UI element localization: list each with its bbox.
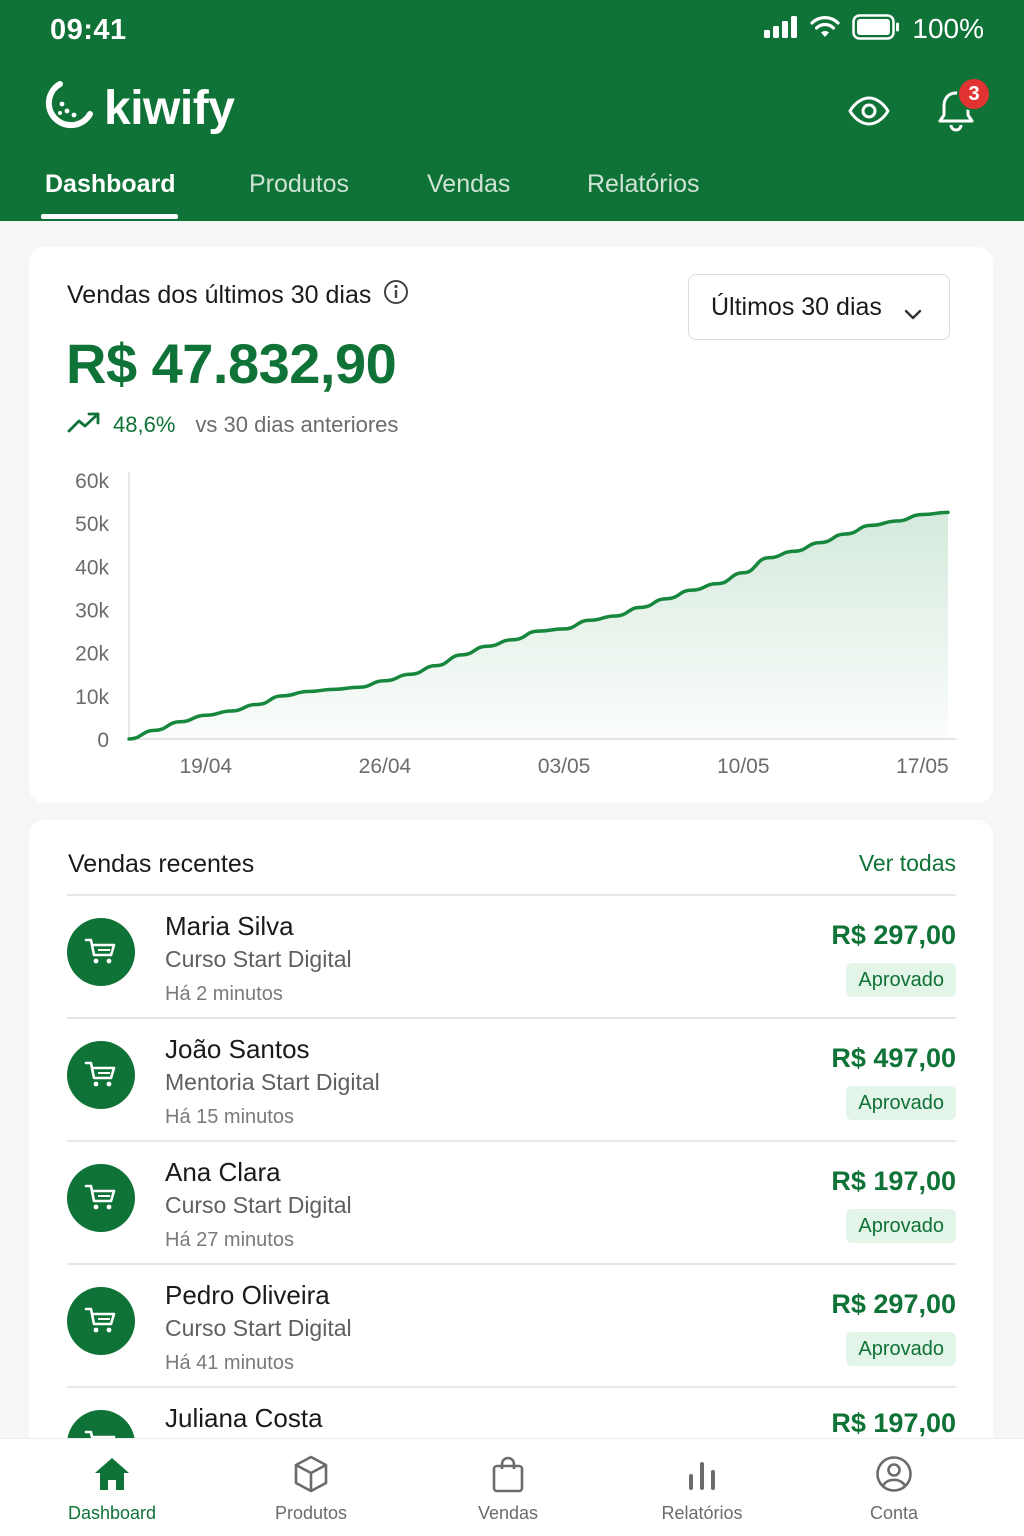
status-bar: 09:41 100% xyxy=(0,0,1024,60)
nav-dashboard[interactable]: Dashboard xyxy=(32,1439,192,1536)
y-tick-label: 50k xyxy=(75,513,109,536)
sales-card-title: Vendas dos últimos 30 dias xyxy=(67,279,409,312)
active-tab-indicator xyxy=(41,214,178,219)
cart-avatar xyxy=(67,1287,135,1355)
sales-line-chart: 0 10k 20k 30k 40k 50k 60k 19/04 26/04 03/05 10/05… xyxy=(75,470,956,778)
status-badge: Aprovado xyxy=(846,1086,956,1120)
status-icons: 100% xyxy=(764,12,984,46)
y-tick-label: 60k xyxy=(75,470,109,493)
y-tick-label: 40k xyxy=(75,556,109,579)
nav-produtos[interactable]: Produtos xyxy=(231,1439,391,1536)
customer-name: Juliana Costa xyxy=(165,1403,323,1433)
y-tick-label: 20k xyxy=(75,643,109,666)
view-all-link[interactable]: Ver todas xyxy=(859,850,956,877)
nav-label: Dashboard xyxy=(67,1503,157,1523)
cart-avatar xyxy=(67,1164,135,1232)
sale-row[interactable]: Ana Clara Curso Start Digital Há 27 minu… xyxy=(67,1142,956,1264)
eye-icon xyxy=(848,96,890,126)
sale-amount: R$ 297,00 xyxy=(831,1289,956,1319)
customer-name: Maria Silva xyxy=(165,911,294,941)
home-icon xyxy=(93,1453,131,1495)
sale-time: Há 2 minutos xyxy=(165,983,283,1005)
x-tick-label: 19/04 xyxy=(180,755,233,778)
kiwify-logo-icon xyxy=(40,78,96,139)
tab-dashboard[interactable]: Dashboard xyxy=(45,170,176,199)
sale-row[interactable]: Pedro Oliveira Curso Start Digital Há 41… xyxy=(67,1265,956,1387)
nav-label: Conta xyxy=(869,1503,919,1523)
battery-icon xyxy=(852,13,900,45)
product-name: Curso Start Digital xyxy=(165,1315,352,1341)
nav-relatorios[interactable]: Relatórios xyxy=(622,1439,782,1536)
recent-sales-card: Vendas recentes Ver todas Maria Silva Cu… xyxy=(29,820,993,1536)
cart-icon xyxy=(84,1061,116,1087)
visibility-toggle-button[interactable] xyxy=(847,86,891,136)
tab-vendas[interactable]: Vendas xyxy=(427,170,510,199)
nav-vendas[interactable]: Vendas xyxy=(428,1439,588,1536)
trend-percentage: 48,6% xyxy=(113,412,176,437)
sale-time: Há 27 minutos xyxy=(165,1229,294,1251)
nav-label: Relatórios xyxy=(661,1503,743,1523)
tab-produtos[interactable]: Produtos xyxy=(249,170,349,199)
period-dropdown[interactable]: Últimos 30 dias xyxy=(688,274,950,340)
tab-relatorios[interactable]: Relatórios xyxy=(587,170,700,199)
info-icon[interactable] xyxy=(383,279,409,312)
x-tick-label: 03/05 xyxy=(538,755,591,778)
nav-conta[interactable]: Conta xyxy=(814,1439,974,1536)
status-badge: Aprovado xyxy=(846,1332,956,1366)
product-name: Curso Start Digital xyxy=(165,1192,352,1218)
notification-badge: 3 xyxy=(957,77,991,111)
sale-time: Há 15 minutos xyxy=(165,1106,294,1128)
x-tick-label: 17/05 xyxy=(896,755,949,778)
bar-chart-icon xyxy=(685,1453,719,1495)
trend-indicator: 48,6% vs 30 dias anteriores xyxy=(67,411,398,439)
cart-avatar xyxy=(67,1041,135,1109)
cart-icon xyxy=(84,938,116,964)
sales-summary-card: Vendas dos últimos 30 dias R$ 47.832,90 … xyxy=(29,247,993,803)
period-dropdown-value: Últimos 30 dias xyxy=(711,292,882,321)
brand-logo: kiwify xyxy=(40,78,235,139)
box-icon xyxy=(293,1453,329,1495)
user-icon xyxy=(875,1453,913,1495)
sale-amount: R$ 197,00 xyxy=(831,1408,956,1438)
nav-label: Vendas xyxy=(477,1503,539,1523)
top-tabs: Dashboard Produtos Vendas Relatórios xyxy=(0,160,1024,221)
nav-label: Produtos xyxy=(274,1503,348,1523)
customer-name: Pedro Oliveira xyxy=(165,1280,330,1310)
customer-name: João Santos xyxy=(165,1034,310,1064)
battery-percentage: 100% xyxy=(912,13,984,44)
status-time: 09:41 xyxy=(50,14,127,46)
signal-icon xyxy=(764,15,798,43)
trend-up-icon xyxy=(67,411,101,439)
wifi-icon xyxy=(810,15,840,44)
x-tick-label: 10/05 xyxy=(717,755,770,778)
product-name: Curso Start Digital xyxy=(165,946,352,972)
sale-row[interactable]: Maria Silva Curso Start Digital Há 2 min… xyxy=(67,896,956,1018)
sale-amount: R$ 297,00 xyxy=(831,920,956,950)
bottom-navigation: Dashboard Produtos Vendas Relatórios Con… xyxy=(0,1438,1024,1536)
sale-amount: R$ 497,00 xyxy=(831,1043,956,1073)
x-tick-label: 26/04 xyxy=(359,755,412,778)
trend-comparison-label: vs 30 dias anteriores xyxy=(195,412,399,437)
y-tick-label: 10k xyxy=(75,686,109,709)
total-sales-value: R$ 47.832,90 xyxy=(66,332,397,395)
bag-icon xyxy=(491,1453,525,1495)
y-tick-label: 0 xyxy=(97,729,109,752)
chevron-down-icon xyxy=(903,299,923,328)
cart-icon xyxy=(84,1307,116,1333)
status-badge: Aprovado xyxy=(846,963,956,997)
sales-card-title-text: Vendas dos últimos 30 dias xyxy=(67,281,372,309)
customer-name: Ana Clara xyxy=(165,1157,281,1187)
app-header: 09:41 100% kiwify 3 Dashboard Produtos V… xyxy=(0,0,1024,221)
cart-icon xyxy=(84,1184,116,1210)
recent-sales-title: Vendas recentes xyxy=(68,850,255,878)
sale-amount: R$ 197,00 xyxy=(831,1166,956,1196)
brand-name: kiwify xyxy=(104,81,235,135)
status-badge: Aprovado xyxy=(846,1209,956,1243)
cart-avatar xyxy=(67,918,135,986)
product-name: Mentoria Start Digital xyxy=(165,1069,380,1095)
sale-row[interactable]: João Santos Mentoria Start Digital Há 15… xyxy=(67,1019,956,1141)
y-tick-label: 30k xyxy=(75,600,109,623)
sale-time: Há 41 minutos xyxy=(165,1352,294,1374)
